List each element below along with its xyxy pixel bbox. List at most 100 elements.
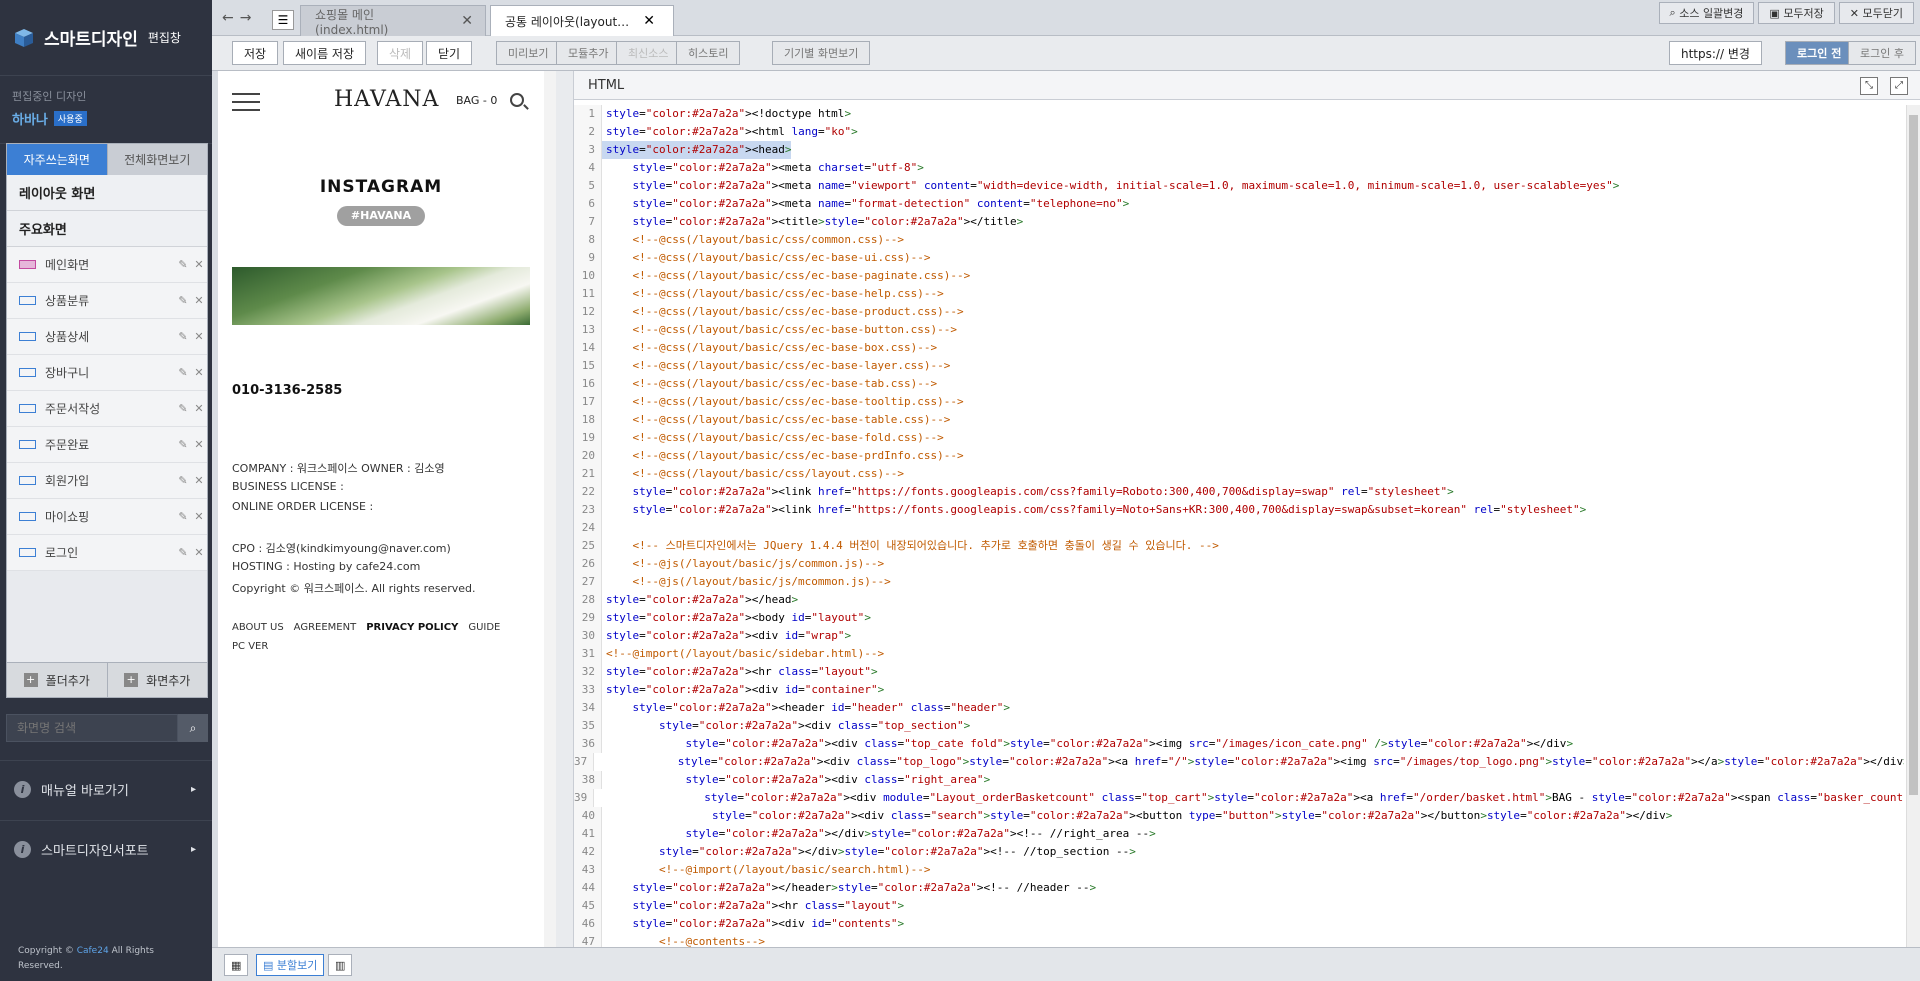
code-line[interactable]: 18 <!--@css(/layout/basic/css/ec-base-ta… [574,411,1904,429]
line-text[interactable]: style="color:#2a7a2a"><body id="layout"> [602,609,871,627]
close-icon[interactable]: ✕ [191,438,207,451]
line-text[interactable]: <!--@js(/layout/basic/js/mcommon.js)--> [602,573,890,591]
code-line[interactable]: 34 style="color:#2a7a2a"><header id="hea… [574,699,1904,717]
code-line[interactable]: 43 <!--@import(/layout/basic/search.html… [574,861,1904,879]
forward-arrow-icon[interactable]: → [240,10,252,26]
edit-icon[interactable]: ✎ [175,546,191,559]
code-line[interactable]: 32 style="color:#2a7a2a"><hr class="layou… [574,663,1904,681]
tab-all-pages[interactable]: 전체화면보기 [106,144,207,175]
line-text[interactable]: <!--@css(/layout/basic/css/common.css)--… [602,231,904,249]
code-line[interactable]: 21 <!--@css(/layout/basic/css/layout.css… [574,465,1904,483]
code-line[interactable]: 7 style="color:#2a7a2a"><title>style="co… [574,213,1904,231]
line-text[interactable]: <!--@css(/layout/basic/css/ec-base-layer… [602,357,950,375]
https-change-button[interactable]: https:// 변경 [1669,41,1762,65]
source-bulk-change-button[interactable]: ⌕ 소스 일괄변경 [1658,2,1755,24]
line-text[interactable]: <!--@js(/layout/basic/js/common.js)--> [602,555,884,573]
file-tab[interactable]: 쇼핑몰 메인(index.html) ✕ [300,5,486,37]
collapse-icon[interactable]: ⤡ [1860,77,1878,95]
line-text[interactable]: style="color:#2a7a2a"><hr class="layout"… [602,897,905,915]
line-text[interactable]: style="color:#2a7a2a"><div module="Layou… [594,789,1904,807]
code-line[interactable]: 36 style="color:#2a7a2a"><div class="top… [574,735,1904,753]
line-text[interactable]: style="color:#2a7a2a"><html lang="ko"> [602,123,858,141]
code-line[interactable]: 3 style="color:#2a7a2a"><head> [574,141,1904,159]
code-view-icon[interactable]: ▥ [328,954,353,976]
close-icon[interactable]: ✕ [191,330,207,343]
footer-link-agreement[interactable]: AGREEMENT [294,622,357,633]
page-item[interactable]: 상품상세 ✎ ✕ [7,319,207,355]
manual-link[interactable]: i 매뉴얼 바로가기 ▸ [0,760,212,818]
line-text[interactable]: <!--@css(/layout/basic/css/ec-base-pagin… [602,267,970,285]
line-text[interactable]: style="color:#2a7a2a"><link href="https:… [602,483,1454,501]
line-text[interactable]: style="color:#2a7a2a"><div class="search… [602,807,1672,825]
code-line[interactable]: 14 <!--@css(/layout/basic/css/ec-base-bo… [574,339,1904,357]
line-text[interactable]: style="color:#2a7a2a"><div class="top_se… [602,717,970,735]
code-line[interactable]: 29 style="color:#2a7a2a"><body id="layout… [574,609,1904,627]
design-name[interactable]: 하바나 [12,109,48,128]
close-button[interactable]: 닫기 [426,41,473,65]
page-item[interactable]: 마이쇼핑 ✎ ✕ [7,499,207,535]
line-text[interactable]: style="color:#2a7a2a"></div>style="color… [602,843,1136,861]
line-text[interactable]: <!--@css(/layout/basic/css/ec-base-table… [602,411,950,429]
code-line[interactable]: 8 <!--@css(/layout/basic/css/common.css)… [574,231,1904,249]
code-line[interactable]: 39 style="color:#2a7a2a"><div module="La… [574,789,1904,807]
support-link[interactable]: i 스마트디자인서포트 ▸ [0,820,212,878]
line-text[interactable]: style="color:#2a7a2a"><div class="top_ca… [602,735,1573,753]
code-line[interactable]: 19 <!--@css(/layout/basic/css/ec-base-fo… [574,429,1904,447]
code-line[interactable]: 25 <!-- 스마트디자인에서는 JQuery 1.4.4 버전이 내장되어있… [574,537,1904,555]
line-text[interactable]: style="color:#2a7a2a"></header>style="co… [602,879,1097,897]
code-line[interactable]: 9 <!--@css(/layout/basic/css/ec-base-ui.… [574,249,1904,267]
close-icon[interactable]: ✕ [191,510,207,523]
add-folder-button[interactable]: + 폴더추가 [7,663,107,697]
section-main[interactable]: 주요화면 [7,211,207,247]
code-line[interactable]: 15 <!--@css(/layout/basic/css/ec-base-la… [574,357,1904,375]
code-line[interactable]: 20 <!--@css(/layout/basic/css/ec-base-pr… [574,447,1904,465]
line-text[interactable]: style="color:#2a7a2a"><header id="header… [602,699,1011,717]
add-page-button[interactable]: + 화면추가 [106,663,208,697]
code-line[interactable]: 28 style="color:#2a7a2a"></head> [574,591,1904,609]
code-line[interactable]: 12 <!--@css(/layout/basic/css/ec-base-pr… [574,303,1904,321]
code-line[interactable]: 13 <!--@css(/layout/basic/css/ec-base-bu… [574,321,1904,339]
line-text[interactable]: style="color:#2a7a2a"><title>style="colo… [602,213,1024,231]
close-icon[interactable]: ✕ [643,13,655,29]
line-text[interactable]: style="color:#2a7a2a"><div id="container… [602,681,884,699]
line-text[interactable]: <!--@css(/layout/basic/css/ec-base-ui.cs… [602,249,930,267]
page-item[interactable]: 장바구니 ✎ ✕ [7,355,207,391]
line-text[interactable]: style="color:#2a7a2a"><div id="contents"… [602,915,905,933]
line-text[interactable]: <!--@css(/layout/basic/css/ec-base-toolt… [602,393,963,411]
code-line[interactable]: 11 <!--@css(/layout/basic/css/ec-base-he… [574,285,1904,303]
code-line[interactable]: 44 style="color:#2a7a2a"></header>style=… [574,879,1904,897]
page-item[interactable]: 회원가입 ✎ ✕ [7,463,207,499]
close-icon[interactable]: ✕ [191,294,207,307]
code-line[interactable]: 5 style="color:#2a7a2a"><meta name="view… [574,177,1904,195]
save-as-button[interactable]: 새이름 저장 [283,41,367,65]
line-text[interactable]: style="color:#2a7a2a"><meta name="format… [602,195,1130,213]
add-module-button[interactable]: 모듈추가 [556,41,621,65]
fullscreen-icon[interactable]: ⤢ [1890,77,1908,95]
scrollbar-thumb[interactable] [1909,115,1918,795]
preview-scrollbar[interactable] [544,71,556,947]
back-arrow-icon[interactable]: ← [222,10,234,26]
preview-button[interactable]: 미리보기 [496,41,561,65]
code-line[interactable]: 31 <!--@import(/layout/basic/sidebar.html… [574,645,1904,663]
page-item[interactable]: 상품분류 ✎ ✕ [7,283,207,319]
shop-logo[interactable]: HAVANA [334,87,439,112]
close-icon[interactable]: ✕ [461,13,473,29]
edit-icon[interactable]: ✎ [175,330,191,343]
line-text[interactable]: <!--@css(/layout/basic/css/layout.css)--… [602,465,904,483]
line-text[interactable]: <!--@css(/layout/basic/css/ec-base-prdIn… [602,447,963,465]
line-text[interactable]: style="color:#2a7a2a"></head> [602,591,798,609]
search-input[interactable] [6,714,178,742]
line-text[interactable]: style="color:#2a7a2a"><div class="right_… [602,771,990,789]
line-text[interactable]: <!--@css(/layout/basic/css/ec-base-box.c… [602,339,937,357]
edit-icon[interactable]: ✎ [175,474,191,487]
code-line[interactable]: 40 style="color:#2a7a2a"><div class="sea… [574,807,1904,825]
section-layout[interactable]: 레이아웃 화면 [7,175,207,211]
code-line[interactable]: 6 style="color:#2a7a2a"><meta name="form… [574,195,1904,213]
footer-link-guide[interactable]: GUIDE [468,622,500,633]
line-text[interactable]: style="color:#2a7a2a"></div>style="color… [602,825,1155,843]
code-line[interactable]: 38 style="color:#2a7a2a"><div class="rig… [574,771,1904,789]
code-line[interactable]: 4 style="color:#2a7a2a"><meta charset="u… [574,159,1904,177]
search-icon[interactable]: ⌕ [178,714,208,742]
latest-source-button[interactable]: 최신소스 [616,41,681,65]
pc-ver-link[interactable]: PC VER [232,641,268,652]
